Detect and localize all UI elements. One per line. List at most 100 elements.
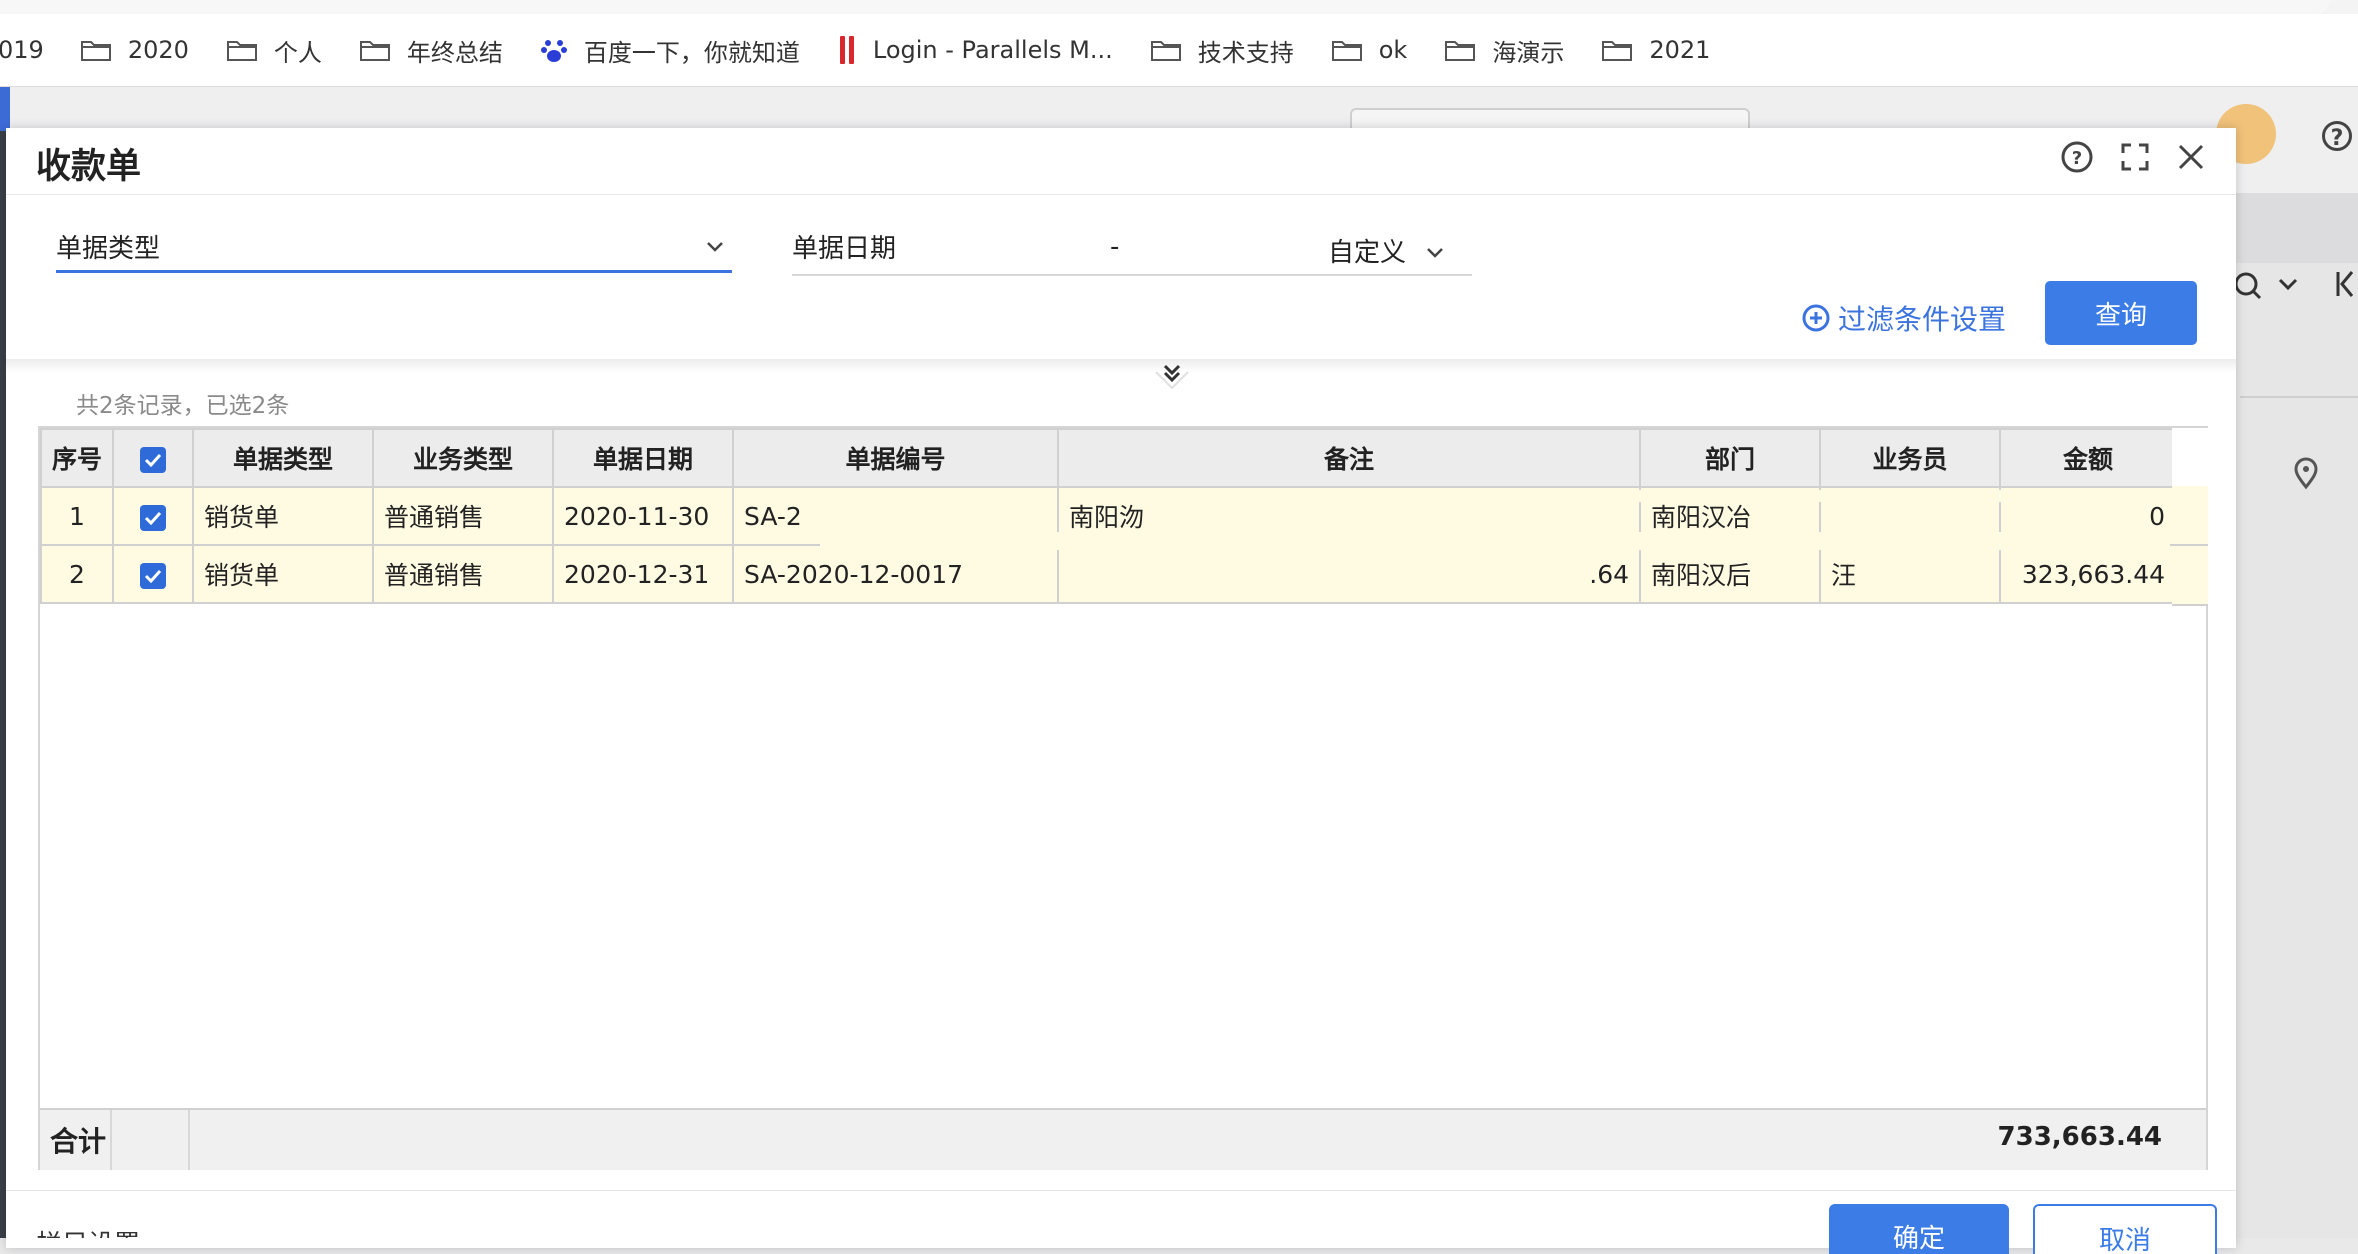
cell-dept: 南阳汉后 [1639, 544, 1822, 604]
zoom-icon[interactable] [2234, 272, 2262, 300]
chevron-down-icon[interactable] [2278, 278, 2298, 291]
bookmark-label: 2020 [127, 36, 189, 64]
cell-doc-type: 销货单 [192, 486, 375, 546]
date-range-separator: - [1110, 232, 1120, 262]
help-icon[interactable]: ? [2322, 121, 2352, 151]
date-range-select[interactable]: 自定义 [1328, 232, 1406, 269]
records-table: 序号 单据类型 业务类型 单据日期 单据编号 备注 部门 业务员 金额 1 销货… [38, 426, 2208, 1170]
location-pin-icon[interactable] [2294, 457, 2318, 490]
doc-date-label: 单据日期 [792, 234, 897, 264]
divider [110, 1110, 112, 1170]
bookmark-item[interactable]: 019 [0, 36, 44, 64]
bookmark-label: 海演示 [1492, 38, 1565, 67]
row-checkbox[interactable] [112, 544, 195, 604]
bookmark-label: ok [1378, 36, 1408, 64]
chevron-down-icon[interactable] [1426, 244, 1444, 263]
checkmark-icon [140, 562, 167, 589]
redaction-overlay [820, 532, 2170, 550]
chevron-down-icon[interactable] [706, 238, 724, 257]
query-button[interactable]: 查询 [2045, 281, 2197, 345]
bookmark-folder-personal[interactable]: 个人 [226, 33, 322, 68]
date-range-value: 自定义 [1328, 238, 1407, 268]
bookmark-label: Login - Parallels M... [872, 36, 1113, 64]
bookmark-baidu[interactable]: 百度一下，你就知道 [540, 33, 800, 68]
cell-date: 2020-11-30 [552, 486, 735, 546]
maximize-icon[interactable] [2120, 142, 2150, 172]
row-filler [2172, 486, 2208, 546]
cell-remark: .64 [1057, 544, 1642, 604]
column-header-biz-type[interactable]: 业务类型 [372, 428, 555, 488]
filter-settings-link[interactable]: 过滤条件设置 [1802, 298, 2006, 338]
table-header-row: 序号 单据类型 业务类型 单据日期 单据编号 备注 部门 业务员 金额 [39, 428, 2178, 488]
column-header-seq[interactable]: 序号 [39, 428, 115, 488]
bookmark-folder-year-end[interactable]: 年终总结 [359, 33, 503, 68]
ok-button[interactable]: 确定 [1829, 1204, 2009, 1254]
total-amount: 733,663.44 [1997, 1122, 2162, 1152]
date-underline [792, 274, 1472, 276]
column-settings-link[interactable]: 栏目设置 [36, 1224, 140, 1238]
app-sidebar-active [0, 87, 10, 131]
folder-icon [1601, 38, 1633, 62]
svg-text:?: ? [2072, 148, 2082, 169]
cell-doc-no: SA-2020-12-0017 [732, 544, 1060, 604]
column-header-date[interactable]: 单据日期 [552, 428, 735, 488]
cell-seq: 2 [39, 544, 115, 604]
first-page-icon[interactable] [2336, 271, 2354, 297]
record-summary: 共2条记录，已选2条 [76, 393, 290, 419]
bookmark-label: 技术支持 [1197, 38, 1294, 67]
help-icon[interactable]: ? [2060, 140, 2094, 174]
cell-seq: 1 [39, 486, 115, 546]
app-side-icons [2232, 262, 2358, 506]
column-header-doc-no[interactable]: 单据编号 [732, 428, 1060, 488]
doc-type-select[interactable]: 单据类型 [56, 228, 160, 265]
redaction-overlay [1088, 490, 2108, 502]
total-row: 合计 733,663.44 [40, 1108, 2206, 1170]
bookmark-label: 百度一下，你就知道 [583, 38, 800, 67]
bookmark-folder-2020[interactable]: 2020 [80, 36, 189, 64]
column-header-staff[interactable]: 业务员 [1819, 428, 2002, 488]
folder-icon [226, 38, 258, 62]
row-filler [2172, 546, 2208, 606]
app-toolbar [2230, 193, 2358, 263]
bookmark-label: 个人 [273, 38, 322, 67]
bookmark-parallels[interactable]: Login - Parallels M... [837, 34, 1113, 66]
dialog-title: 收款单 [36, 147, 142, 187]
receipt-dialog: 收款单 ? 单据类型 单据日期 - 自定义 过滤条件设置 查询 共2条记录，已选… [6, 128, 2236, 1254]
cell-date: 2020-12-31 [552, 544, 735, 604]
folder-icon [1331, 38, 1363, 62]
close-icon[interactable] [2176, 142, 2206, 172]
checkmark-icon [140, 446, 167, 473]
bookmark-folder-support[interactable]: 技术支持 [1150, 33, 1294, 68]
table-row[interactable]: 2 销货单 普通销售 2020-12-31 SA-2020-12-0017 .6… [39, 544, 2178, 604]
folder-icon [1444, 38, 1476, 62]
row-checkbox[interactable] [112, 486, 195, 546]
bookmark-folder-demo[interactable]: 海演示 [1444, 33, 1564, 68]
bookmark-folder-ok[interactable]: ok [1331, 36, 1408, 64]
column-header-remark[interactable]: 备注 [1057, 428, 1642, 488]
column-header-doc-type[interactable]: 单据类型 [192, 428, 375, 488]
header-filler [2172, 428, 2208, 488]
collapse-chevrons-icon[interactable] [1154, 360, 1190, 400]
folder-icon [1150, 38, 1182, 62]
select-all-checkbox[interactable] [112, 428, 195, 488]
divider [6, 1190, 2236, 1191]
checkmark-icon [140, 504, 167, 531]
doc-type-label: 单据类型 [56, 234, 161, 264]
cell-staff: 汪 [1819, 544, 2002, 604]
column-header-amount[interactable]: 金额 [1999, 428, 2178, 488]
parallels-icon [837, 34, 857, 66]
cell-amount: 323,663.44 [1999, 544, 2178, 604]
cell-doc-type: 销货单 [192, 544, 375, 604]
divider [6, 194, 2236, 195]
bookmark-folder-2021[interactable]: 2021 [1601, 36, 1710, 64]
bookmark-label: 年终总结 [406, 38, 503, 67]
cell-biz-type: 普通销售 [372, 544, 555, 604]
filter-divider [6, 359, 2236, 373]
column-header-dept[interactable]: 部门 [1639, 428, 1822, 488]
bookmarks-bar: 019 2020 个人 年终总结 百度一下，你就知道 Login - Paral… [0, 14, 2358, 87]
baidu-paw-icon [540, 36, 568, 64]
cancel-button[interactable]: 取消 [2033, 1204, 2217, 1254]
dialog-title-actions: ? [2034, 140, 2206, 174]
bookmark-label: 2021 [1649, 36, 1711, 64]
filter-settings-label: 过滤条件设置 [1838, 303, 2007, 336]
